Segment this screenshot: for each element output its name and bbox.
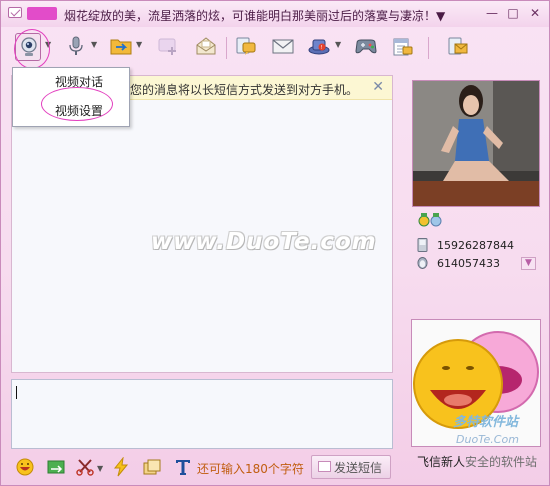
font-button[interactable] — [173, 457, 193, 477]
mail-button[interactable] — [269, 33, 297, 61]
close-button[interactable]: ✕ — [528, 6, 542, 20]
toolbar-separator — [428, 37, 429, 59]
voice-button[interactable] — [63, 33, 91, 61]
cut-button[interactable] — [75, 457, 95, 477]
svg-text:!: ! — [321, 45, 323, 51]
hat-icon: ! — [308, 39, 330, 55]
smiley-icon — [16, 458, 34, 476]
mobile-phone-icon — [417, 238, 428, 252]
title-bar: 烟花绽放的美，流星洒落的炫，可谁能明白那美丽过后的落寞与凄凉！▼ — □ ✕ — [1, 1, 549, 27]
status-badges — [418, 213, 444, 227]
lightning-icon — [113, 456, 129, 477]
font-t-icon — [176, 460, 190, 475]
sms-mail-button[interactable] — [444, 33, 472, 61]
scissors-icon — [76, 459, 94, 476]
sms-notice-text: 您的消息将以长短信方式发送到对方手机。 — [130, 83, 359, 97]
voice-dropdown-arrow[interactable]: ▼ — [91, 41, 99, 49]
contact-qq: 614057433 — [437, 257, 500, 270]
video-button-highlight-ring — [14, 29, 50, 69]
screen-capture-button[interactable] — [46, 457, 66, 477]
screenshot-icon — [47, 460, 65, 474]
toolbar: ▼ ▼ ▼ ! ▼ — [1, 29, 549, 67]
qq-penguin-icon — [417, 257, 428, 269]
window-switch-button[interactable] — [142, 457, 162, 477]
avatar-label: 飞信新人 — [417, 455, 466, 469]
contact-phone: 15926287844 — [437, 239, 514, 252]
calendar-icon — [393, 38, 413, 56]
contact-photo — [412, 80, 540, 207]
send-sms-button[interactable]: 发送短信 — [311, 455, 391, 479]
add-contact-button[interactable] — [155, 33, 183, 61]
medal-icons — [418, 213, 442, 227]
file-transfer-icon — [110, 39, 132, 55]
chat-bubble-button[interactable] — [233, 33, 261, 61]
chat-bubble-icon — [236, 37, 256, 55]
contact-name-highlight — [27, 7, 57, 20]
gamepad-icon — [355, 39, 377, 54]
send-mail-icon — [318, 461, 331, 472]
site-watermark-line2: DuoTe.Com — [456, 433, 519, 446]
info-expand-button[interactable]: ▼ — [521, 257, 536, 270]
window-title: 烟花绽放的美，流星洒落的炫，可谁能明白那美丽过后的落寞与凄凉！▼ — [64, 9, 446, 23]
hat-button[interactable]: ! — [305, 33, 333, 61]
file-dropdown-arrow[interactable]: ▼ — [136, 41, 144, 49]
hat-dropdown-arrow[interactable]: ▼ — [335, 41, 343, 49]
envelope-open-icon — [196, 37, 216, 55]
message-input[interactable] — [11, 379, 393, 449]
site-watermark-line3: 安全的软件站 — [465, 455, 538, 469]
duote-watermark: www.DuoTe.com — [151, 229, 377, 255]
file-transfer-button[interactable] — [107, 33, 135, 61]
notice-close-icon[interactable]: ✕ — [372, 79, 384, 95]
contact-phone-row: 15926287844 — [417, 237, 547, 255]
video-settings-highlight-ring — [41, 87, 113, 121]
fetion-chat-window: 烟花绽放的美，流星洒落的炫，可谁能明白那美丽过后的落寞与凄凉！▼ — □ ✕ ▼… — [0, 0, 550, 486]
maximize-button[interactable]: □ — [506, 6, 520, 20]
site-watermark-line1: 多特软件站 — [453, 415, 519, 430]
microphone-icon — [69, 36, 83, 55]
calendar-button[interactable] — [389, 33, 417, 61]
minimize-button[interactable]: — — [485, 6, 499, 20]
input-toolbar: ▼ 还可输入180个字符 发送短信 — [1, 453, 411, 483]
send-sms-label: 发送短信 — [334, 460, 383, 475]
char-count-hint: 还可输入180个字符 — [197, 462, 304, 476]
mail-icon — [272, 39, 294, 54]
game-button[interactable] — [352, 33, 380, 61]
emoticon-button[interactable] — [15, 457, 35, 477]
windows-icon — [143, 459, 161, 475]
contact-photo-image — [413, 81, 539, 206]
nudge-button[interactable] — [111, 456, 131, 477]
sms-mail-icon — [448, 37, 468, 55]
text-caret — [16, 386, 17, 399]
envelope-open-button[interactable] — [193, 33, 221, 61]
add-contact-icon — [158, 38, 176, 55]
app-mail-icon — [8, 7, 22, 18]
cut-dropdown-arrow[interactable]: ▼ — [97, 465, 105, 473]
toolbar-separator — [226, 37, 227, 59]
